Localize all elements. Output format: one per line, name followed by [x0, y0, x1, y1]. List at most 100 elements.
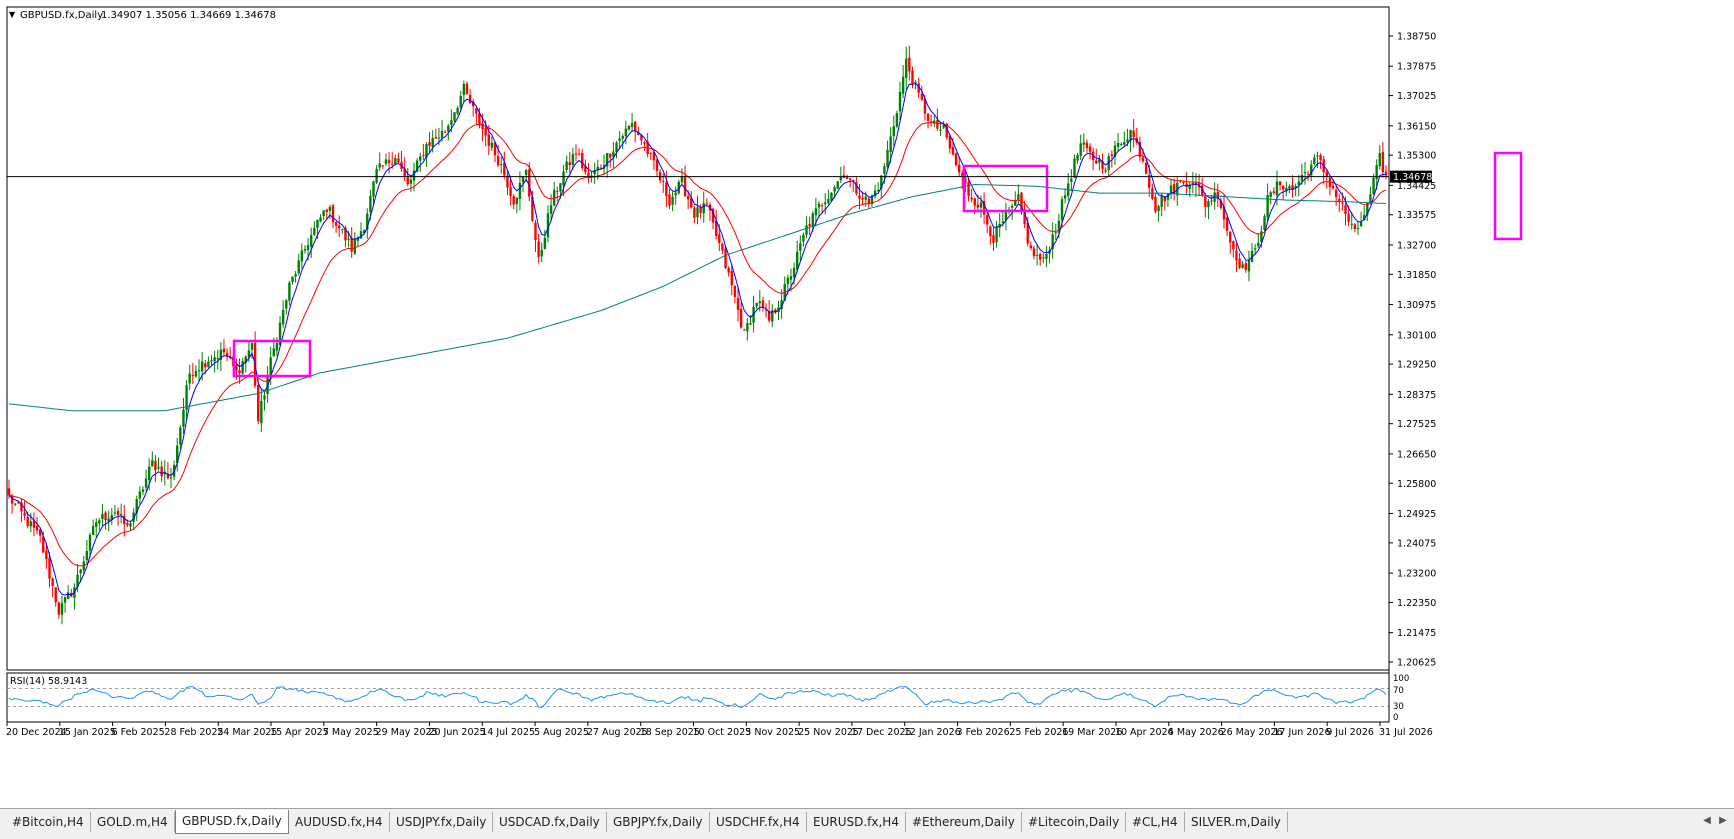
rsi-level-30: 30 — [1393, 702, 1404, 712]
candle-body — [534, 222, 537, 241]
tab-bitcoin-h4[interactable]: #Bitcoin,H4 — [6, 812, 91, 832]
price-tick-label: 1.27525 — [1397, 419, 1436, 430]
candle-body — [372, 181, 375, 197]
candle-body — [66, 592, 70, 599]
price-tick-label: 1.23200 — [1397, 569, 1436, 580]
tab-usdcad-fx-daily[interactable]: USDCAD.fx,Daily — [493, 812, 607, 832]
candle-body — [1144, 162, 1148, 174]
candle-body — [381, 165, 385, 167]
candle-body — [490, 142, 494, 148]
price-tick-label: 1.37875 — [1397, 62, 1436, 73]
candle-body — [799, 243, 802, 251]
candle-body — [1257, 242, 1260, 247]
candle-body — [1082, 142, 1086, 145]
candle-body — [29, 521, 33, 527]
candle-body — [291, 276, 294, 282]
candle-body — [303, 249, 307, 251]
candle-body — [521, 176, 525, 183]
tab-cl-h4[interactable]: #CL,H4 — [1126, 812, 1185, 832]
candle-body — [222, 348, 226, 353]
tab-gbpusd-fx-daily[interactable]: GBPUSD.fx,Daily — [175, 810, 289, 834]
tab-silver-m-daily[interactable]: SILVER.m,Daily — [1185, 812, 1288, 832]
tab-usdjpy-fx-daily[interactable]: USDJPY.fx,Daily — [390, 812, 494, 832]
candle-body — [1350, 223, 1353, 225]
candle-body — [848, 178, 852, 180]
candle-body — [624, 128, 628, 137]
tab-audusd-fx-h4[interactable]: AUDUSD.fx,H4 — [289, 812, 390, 832]
time-tick-label: 25 Feb 2026 — [1009, 727, 1068, 738]
tab-scroll-left-icon[interactable]: ◀ — [1700, 813, 1714, 829]
tab-gold-m-h4[interactable]: GOLD.m,H4 — [91, 812, 175, 832]
candle-body — [144, 478, 148, 488]
candle-body — [341, 229, 344, 231]
candle-body — [359, 231, 363, 239]
candle-body — [338, 225, 341, 229]
candle-body — [559, 183, 562, 192]
candle-body — [549, 205, 553, 214]
candle-body — [453, 112, 456, 121]
candle-body — [883, 166, 886, 174]
price-tick-label: 1.31850 — [1397, 270, 1436, 281]
candle-body — [957, 164, 961, 173]
candle-body — [179, 427, 182, 445]
candle-body — [160, 466, 163, 477]
candle-body — [434, 137, 438, 139]
candle-body — [91, 526, 95, 535]
candle-body — [609, 153, 612, 158]
candle-body — [730, 270, 733, 286]
candle-body — [126, 523, 129, 526]
candle-body — [390, 163, 394, 165]
candle-body — [157, 467, 160, 469]
candle-body — [309, 234, 313, 247]
candle-body — [440, 131, 444, 139]
candle-body — [1378, 153, 1381, 167]
candle-body — [718, 234, 721, 243]
candle-body — [188, 373, 191, 384]
candle-body — [1347, 213, 1350, 222]
tab-gbpjpy-fx-daily[interactable]: GBPJPY.fx,Daily — [607, 812, 710, 832]
price-tick-label: 1.30100 — [1397, 330, 1436, 341]
candle-body — [839, 176, 843, 181]
candle-body — [1182, 182, 1185, 184]
tab-litecoin-daily[interactable]: #Litecoin,Daily — [1022, 812, 1127, 832]
candle-body — [814, 208, 818, 216]
candle-body — [683, 176, 687, 197]
candle-body — [45, 550, 48, 560]
candle-body — [792, 267, 796, 278]
candle-body — [886, 150, 889, 168]
candle-body — [1241, 264, 1244, 268]
candle-body — [1210, 200, 1213, 202]
candle-body — [618, 138, 621, 141]
candle-body — [936, 120, 939, 129]
candle-body — [1073, 158, 1076, 178]
candle-body — [60, 602, 64, 615]
candle-body — [1070, 178, 1073, 182]
candle-body — [587, 172, 590, 177]
candle-body — [537, 241, 540, 258]
candle-body — [191, 374, 195, 377]
candle-body — [213, 357, 216, 362]
chart[interactable]: 1.387501.378751.370251.361501.353001.344… — [0, 0, 1734, 838]
symbol-label: GBPUSD.fx,Daily — [20, 10, 103, 21]
candle-body — [154, 460, 157, 471]
tab-ethereum-daily[interactable]: #Ethereum,Daily — [906, 812, 1022, 832]
candle-body — [861, 197, 864, 200]
chart-tab-bar: #Bitcoin,H4 GOLD.m,H4 GBPUSD.fx,Daily AUDUS… — [0, 808, 1734, 839]
candle-body — [48, 557, 51, 579]
candle-body — [1303, 171, 1307, 174]
candle-body — [1038, 253, 1042, 260]
rsi-level-70: 70 — [1393, 686, 1404, 696]
price-tick-label: 1.37025 — [1397, 91, 1436, 102]
time-tick-label: 3 Nov 2025 — [745, 727, 800, 738]
time-tick-label: 25 Nov 2025 — [798, 727, 859, 738]
candle-body — [1353, 224, 1357, 229]
candle-body — [1238, 258, 1241, 268]
candle-body — [447, 125, 450, 132]
chart-dropdown-icon[interactable]: ▼ — [9, 10, 16, 19]
tab-eurusd-fx-h4[interactable]: EURUSD.fx,H4 — [807, 812, 906, 832]
tab-scroll-right-icon[interactable]: ▶ — [1716, 813, 1730, 829]
tab-usdchf-fx-h4[interactable]: USDCHF.fx,H4 — [710, 812, 807, 832]
candle-body — [939, 129, 942, 131]
candle-body — [462, 83, 466, 95]
candle-body — [908, 57, 911, 72]
